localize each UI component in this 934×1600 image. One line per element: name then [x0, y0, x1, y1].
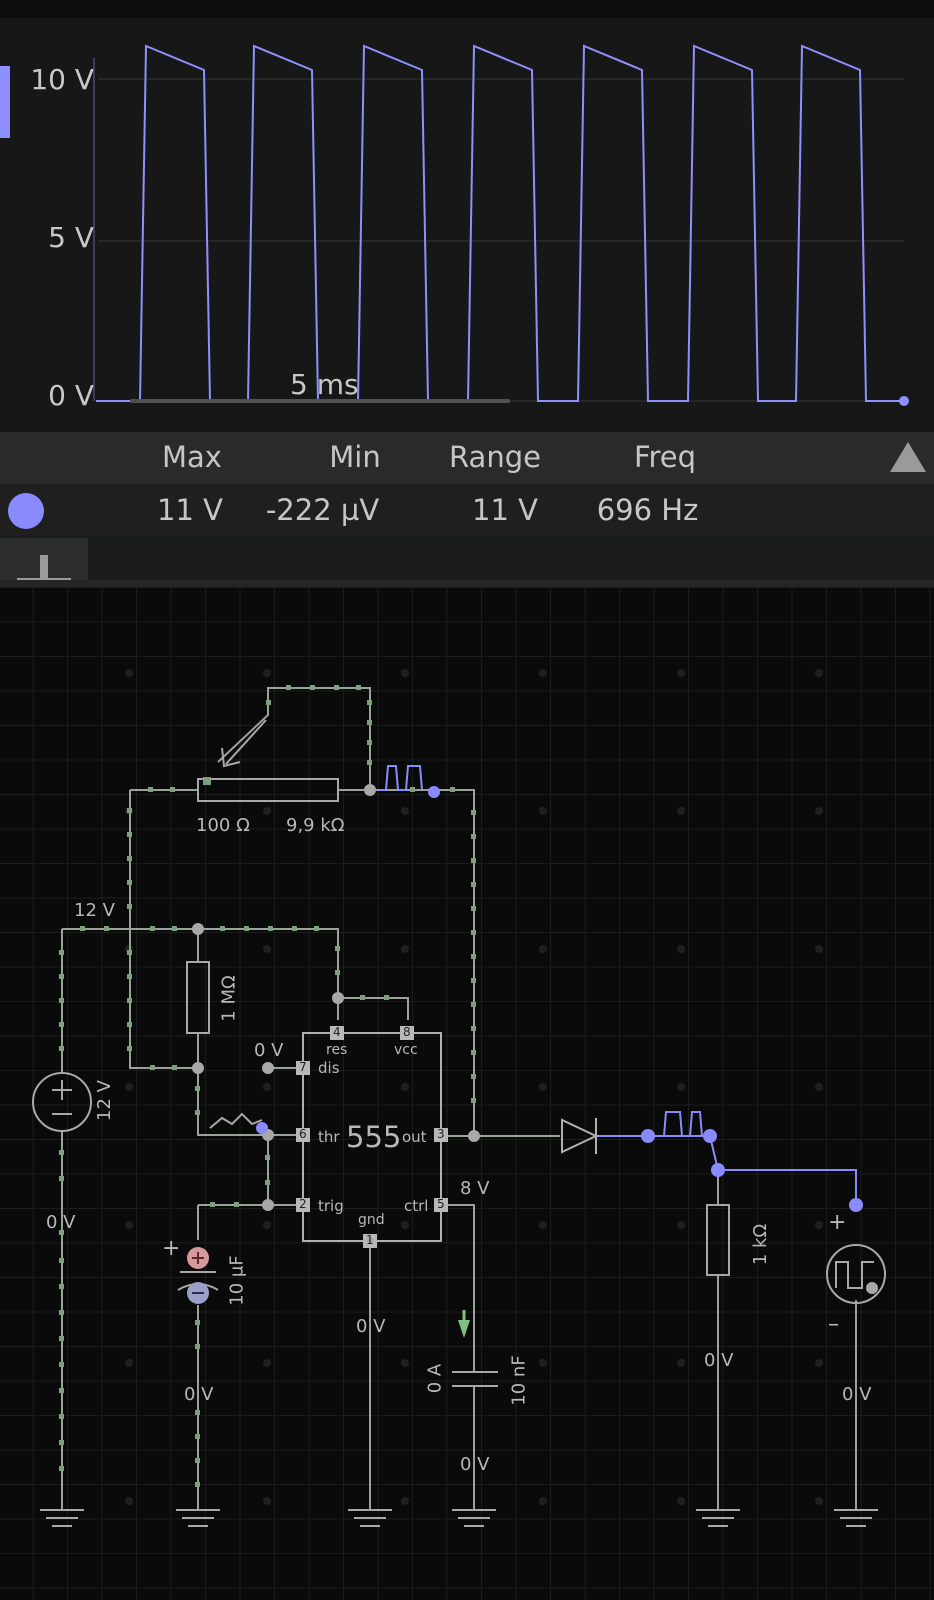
- panel-divider: [0, 580, 934, 587]
- stats-value-freq: 696 Hz: [596, 493, 699, 527]
- oscilloscope-panel[interactable]: 10 V 5 V 0 V 5 ms: [0, 18, 934, 432]
- stats-value-max: 11 V: [157, 493, 223, 527]
- stats-value-min: -222 µV: [265, 493, 380, 527]
- stats-values-row: 11 V -222 µV 11 V 696 Hz: [0, 484, 934, 536]
- probe-color-dot[interactable]: [8, 493, 44, 529]
- scope-cursor-dot: [899, 396, 909, 406]
- scope-plot: [93, 44, 909, 406]
- toolbar: [0, 536, 934, 580]
- stats-header-row: Max Min Range Freq: [0, 432, 934, 484]
- stats-header-max: Max: [162, 440, 222, 474]
- stats-header-range: Range: [449, 440, 541, 474]
- timebase-label: 5 ms: [290, 368, 359, 401]
- scope-waveform: [96, 44, 904, 402]
- stats-value-range: 11 V: [472, 493, 538, 527]
- stats-header-freq: Freq: [633, 440, 697, 474]
- triangle-up-icon[interactable]: [890, 442, 926, 472]
- circuit-canvas[interactable]: [0, 587, 934, 1600]
- stats-header-min: Min: [329, 440, 381, 474]
